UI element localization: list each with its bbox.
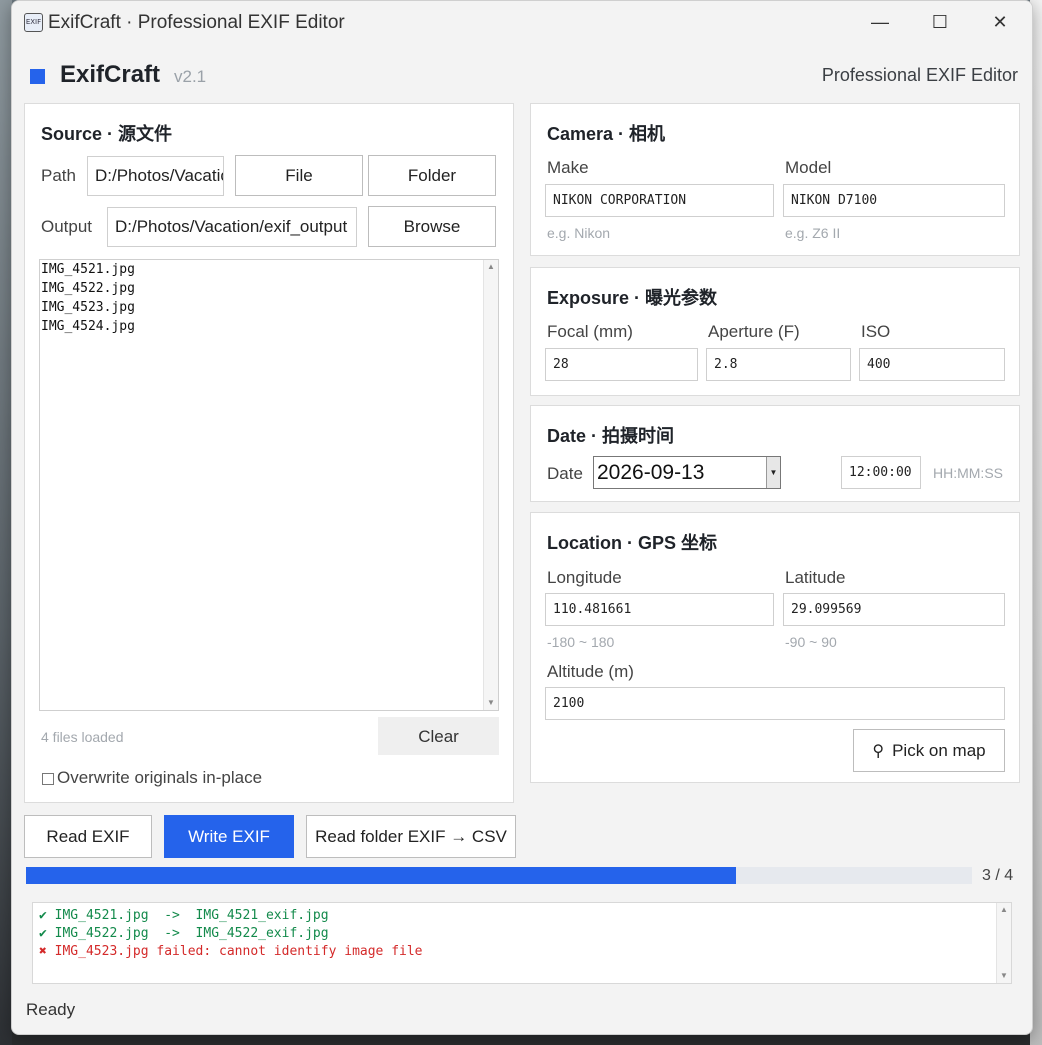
map-pin-icon: ⚲ [872,743,885,760]
log-line-text: IMG_4523.jpg failed: cannot identify ima… [46,944,423,959]
log-line: ✔ IMG_4521.jpg -> IMG_4521_exif.jpg [33,907,1011,925]
file-list[interactable]: IMG_4521.jpg IMG_4522.jpg IMG_4523.jpg IMG_… [39,259,499,711]
app-window: EXIF ExifCraft · Professional EXIF Edito… [11,0,1033,1035]
browse-button[interactable]: Browse [368,206,496,247]
date-title: Date · 拍摄时间 [547,426,675,446]
source-panel: Source · 源文件 Path D:/Photos/Vacation Fil… [24,103,514,803]
file-list-item[interactable]: IMG_4521.jpg [40,260,498,279]
minimize-button[interactable]: — [858,7,902,37]
log-line: ✔ IMG_4522.jpg -> IMG_4522_exif.jpg [33,925,1011,943]
output-input[interactable]: D:/Photos/Vacation/exif_output [107,207,357,247]
log-line-text: IMG_4521.jpg -> IMG_4521_exif.jpg [46,908,329,923]
app-icon: EXIF [24,13,43,32]
model-hint: e.g. Z6 II [785,225,841,241]
focal-label: Focal (mm) [547,322,633,341]
file-list-scrollbar[interactable]: ▲ ▼ [483,260,498,710]
make-hint: e.g. Nikon [547,225,611,241]
file-list-item[interactable]: IMG_4524.jpg [40,317,498,336]
model-input[interactable]: NIKON D7100 [783,184,1005,217]
longitude-hint: -180 ~ 180 [547,634,615,650]
version-label: v2.1 [174,67,207,86]
pick-on-map-button[interactable]: ⚲ Pick on map [853,729,1005,772]
overwrite-label: Overwrite originals in-place [57,768,263,787]
status-text: Ready [26,1000,76,1019]
write-exif-button[interactable]: Write EXIF [164,815,294,858]
location-panel: Location · GPS 坐标 Longitude 110.481661 -… [530,512,1020,783]
aperture-input[interactable]: 2.8 [706,348,851,381]
focal-input[interactable]: 28 [545,348,698,381]
make-label: Make [547,158,589,177]
progress-fill [26,867,736,884]
camera-panel: Camera · 相机 Make NIKON CORPORATION e.g. … [530,103,1020,256]
file-button[interactable]: File [235,155,363,196]
time-input[interactable]: 12:00:00 [841,456,921,489]
date-value: 2026-09-13 [597,461,705,484]
files-loaded-count: 4 files loaded [41,729,124,745]
exposure-panel: Exposure · 曝光参数 Focal (mm) 28 Aperture (… [530,267,1020,396]
longitude-input[interactable]: 110.481661 [545,593,774,626]
iso-input[interactable]: 400 [859,348,1005,381]
time-format-hint: HH:MM:SS [933,465,1003,481]
log-lines: ✔ IMG_4521.jpg -> IMG_4521_exif.jpg ✔ IMG… [33,903,1011,961]
location-title: Location · GPS 坐标 [547,533,718,553]
source-title: Source · 源文件 [41,124,173,144]
exposure-title: Exposure · 曝光参数 [547,288,718,308]
success-check-icon: ✔ [39,926,47,941]
window-title: ExifCraft · Professional EXIF Editor [48,12,345,33]
latitude-label: Latitude [785,568,846,587]
aperture-label: Aperture (F) [708,322,800,341]
log-line: ✖ IMG_4523.jpg failed: cannot identify i… [33,943,1011,961]
latitude-input[interactable]: 29.099569 [783,593,1005,626]
folder-button[interactable]: Folder [368,155,496,196]
progress-bar [26,867,972,884]
calendar-dropdown-icon[interactable]: ▼ [766,457,780,488]
file-list-item[interactable]: IMG_4522.jpg [40,279,498,298]
latitude-hint: -90 ~ 90 [785,634,837,650]
pick-on-map-label: Pick on map [892,741,986,760]
camera-title: Camera · 相机 [547,124,666,144]
iso-label: ISO [861,322,891,341]
file-list-items: IMG_4521.jpg IMG_4522.jpg IMG_4523.jpg IMG_… [40,260,498,336]
log-line-text: IMG_4522.jpg -> IMG_4522_exif.jpg [46,926,329,941]
success-check-icon: ✔ [39,908,47,923]
path-label: Path [41,166,76,185]
brand-name: ExifCraft [60,61,161,88]
scroll-up-icon[interactable]: ▲ [997,904,1011,916]
date-picker[interactable]: 2026-09-13 ▼ [593,456,781,489]
date-label: Date [547,464,583,483]
scroll-down-icon[interactable]: ▼ [997,970,1011,982]
brand-subtitle: Professional EXIF Editor [821,65,1018,85]
altitude-label: Altitude (m) [547,662,634,681]
date-panel: Date · 拍摄时间 Date 2026-09-13 ▼ 12:00:00 H… [530,405,1020,502]
progress-count: 3 / 4 [982,867,1014,884]
output-label: Output [41,217,93,236]
longitude-label: Longitude [547,568,622,587]
read-folder-csv-button[interactable]: Read folder EXIF → CSV [306,815,516,858]
app-header: ExifCraft v2.1 Professional EXIF Editor [12,53,1032,97]
overwrite-checkbox[interactable] [42,773,54,785]
close-button[interactable]: ✕ [978,7,1022,37]
log-scrollbar[interactable]: ▲ ▼ [996,903,1011,983]
clear-button[interactable]: Clear [378,717,499,755]
error-cross-icon: ✖ [39,944,47,959]
path-input[interactable]: D:/Photos/Vacation [87,156,224,196]
brand-logo-icon [30,69,45,84]
altitude-input[interactable]: 2100 [545,687,1005,720]
make-input[interactable]: NIKON CORPORATION [545,184,774,217]
log-output[interactable]: ✔ IMG_4521.jpg -> IMG_4521_exif.jpg ✔ IMG… [32,902,1012,984]
title-bar: EXIF ExifCraft · Professional EXIF Edito… [12,1,1032,45]
model-label: Model [785,158,832,177]
maximize-button[interactable]: ☐ [918,7,962,37]
read-exif-button[interactable]: Read EXIF [24,815,152,858]
scroll-down-icon[interactable]: ▼ [484,697,498,709]
scroll-up-icon[interactable]: ▲ [484,261,498,273]
file-list-item[interactable]: IMG_4523.jpg [40,298,498,317]
